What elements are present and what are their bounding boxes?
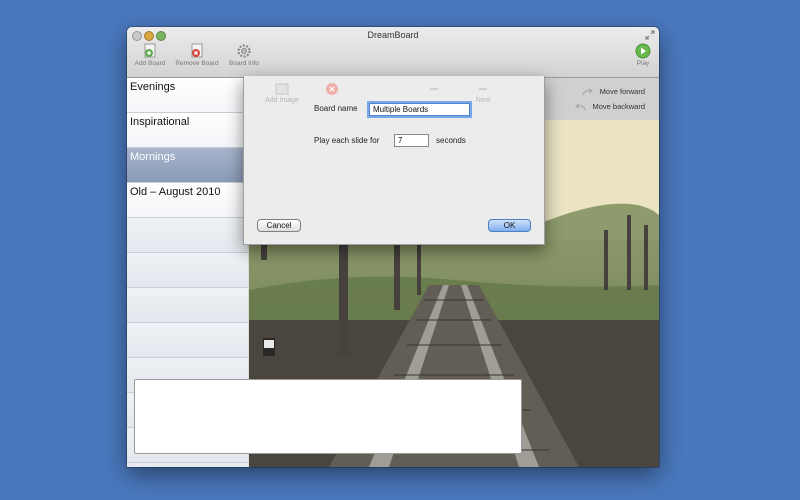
slide-duration-label: Play each slide for bbox=[314, 136, 380, 145]
board-item-mornings[interactable]: Mornings bbox=[127, 148, 248, 183]
play-button[interactable]: Play bbox=[631, 43, 655, 67]
gear-icon bbox=[237, 44, 251, 58]
add-image-ghost: Add Image bbox=[262, 82, 302, 104]
add-board-label: Add Board bbox=[134, 60, 166, 67]
next-ghost: Next bbox=[470, 82, 496, 104]
remove-board-button[interactable]: Remove Board bbox=[171, 43, 223, 67]
slide-duration-field[interactable] bbox=[394, 134, 429, 147]
add-board-button[interactable]: Add Board bbox=[131, 43, 169, 67]
previous-ghost bbox=[424, 82, 444, 97]
empty-row bbox=[127, 253, 248, 288]
move-forward-label: Move forward bbox=[599, 87, 645, 96]
move-forward-button[interactable]: Move forward bbox=[574, 84, 645, 99]
slide-navigation: Move forward Move backward bbox=[574, 84, 645, 114]
caption-text-area[interactable] bbox=[134, 379, 522, 454]
previous-icon bbox=[430, 88, 438, 90]
next-icon bbox=[479, 88, 487, 90]
empty-row bbox=[127, 218, 248, 253]
move-backward-button[interactable]: Move backward bbox=[574, 99, 645, 114]
board-item-label: Mornings bbox=[130, 151, 176, 163]
board-item-label: Inspirational bbox=[130, 116, 190, 128]
remove-board-label: Remove Board bbox=[175, 60, 219, 67]
board-settings-sheet: Add Image Next Board name Play each slid… bbox=[243, 76, 545, 245]
board-item-old-august-2010[interactable]: Old – August 2010 bbox=[127, 183, 248, 218]
image-icon bbox=[275, 83, 289, 95]
remove-board-icon bbox=[191, 43, 203, 58]
remove-image-icon bbox=[326, 83, 338, 95]
ok-button[interactable]: OK bbox=[488, 219, 531, 232]
arrow-backward-icon bbox=[575, 102, 587, 110]
window-title: DreamBoard bbox=[367, 30, 419, 40]
board-info-label: Board Info bbox=[229, 60, 259, 67]
board-item-inspirational[interactable]: Inspirational bbox=[127, 113, 248, 148]
add-board-icon bbox=[144, 43, 156, 58]
arrow-forward-icon bbox=[581, 87, 593, 95]
board-item-evenings[interactable]: Evenings bbox=[127, 78, 248, 113]
board-name-field[interactable] bbox=[369, 103, 470, 116]
empty-row bbox=[127, 288, 248, 323]
board-info-button[interactable]: Board Info bbox=[225, 43, 263, 67]
board-item-label: Old – August 2010 bbox=[130, 186, 221, 198]
play-label: Play bbox=[636, 60, 650, 67]
cancel-button[interactable]: Cancel bbox=[257, 219, 301, 232]
move-backward-label: Move backward bbox=[592, 102, 645, 111]
play-icon bbox=[635, 43, 651, 59]
fullscreen-icon[interactable] bbox=[645, 30, 655, 40]
board-item-label: Evenings bbox=[130, 81, 176, 93]
remove-image-ghost bbox=[322, 82, 342, 97]
next-ghost-label: Next bbox=[475, 97, 491, 104]
title-bar: DreamBoard Add Board Remove Board Board … bbox=[127, 27, 659, 78]
seconds-label: seconds bbox=[436, 136, 466, 145]
empty-row bbox=[127, 323, 248, 358]
add-image-ghost-label: Add Image bbox=[265, 97, 299, 104]
board-name-label: Board name bbox=[314, 104, 358, 113]
